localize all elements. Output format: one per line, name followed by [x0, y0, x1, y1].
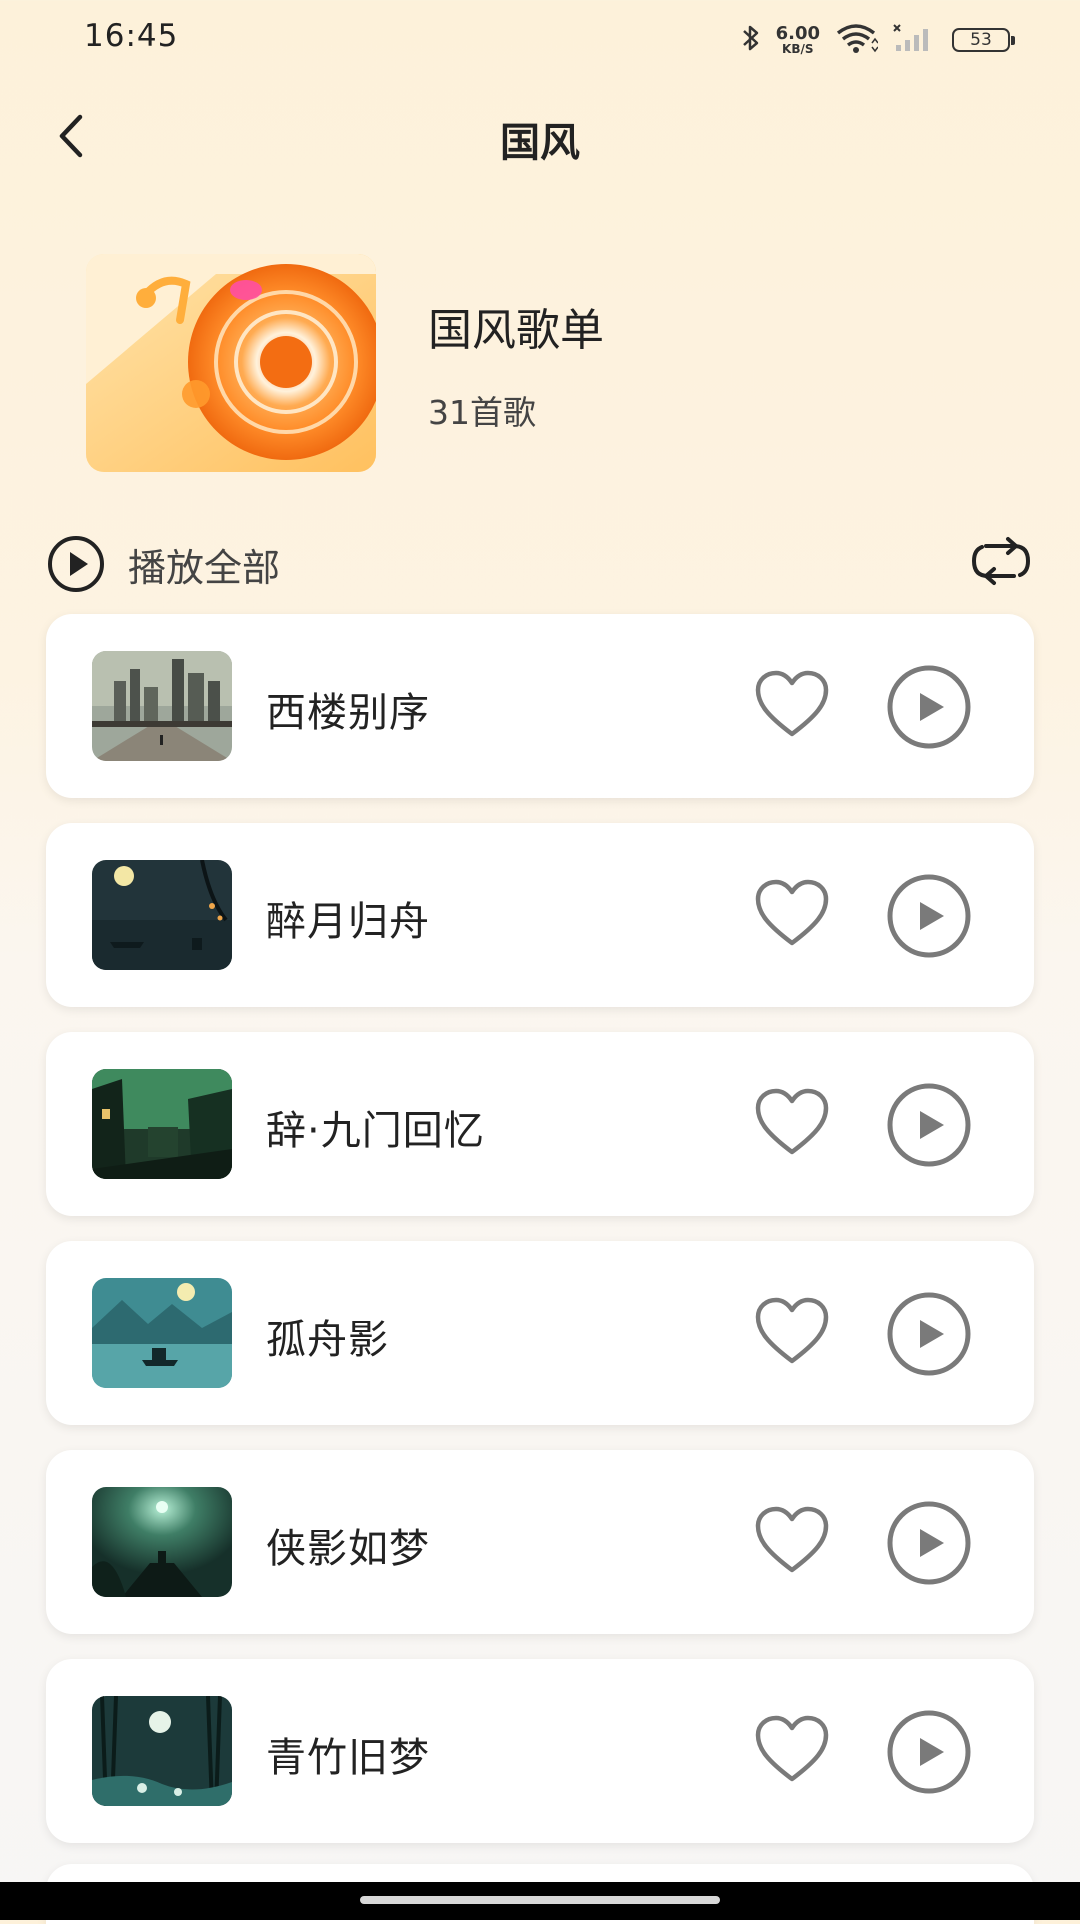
song-title: 辞·九门回忆	[266, 1108, 485, 1154]
playlist-cover[interactable]	[86, 254, 376, 472]
play-song-button[interactable]	[886, 1082, 972, 1168]
song-list: 西楼别序 醉月归舟 辞·九门回忆 孤舟影 侠影如梦 青竹旧梦	[46, 614, 1034, 1868]
loop-icon	[971, 537, 1031, 585]
header: 国风	[0, 90, 1080, 180]
status-icons: 6.00 KB/S 53	[740, 20, 1015, 60]
song-thumbnail	[92, 1069, 232, 1179]
play-circle-icon	[887, 1710, 971, 1794]
song-thumbnail	[92, 651, 232, 761]
song-thumbnail	[92, 860, 232, 970]
heart-icon	[755, 1506, 829, 1573]
network-speed: 6.00 KB/S	[775, 23, 820, 56]
list-item[interactable]: 孤舟影	[46, 1241, 1034, 1425]
song-title: 青竹旧梦	[266, 1735, 430, 1781]
status-time: 16:45	[84, 18, 179, 54]
song-thumbnail	[92, 1278, 232, 1388]
play-all-button[interactable]: 播放全部	[46, 534, 280, 594]
heart-icon	[755, 670, 829, 737]
heart-icon	[755, 1297, 829, 1364]
bluetooth-icon	[740, 23, 762, 57]
play-circle-icon	[887, 665, 971, 749]
play-circle-icon	[887, 874, 971, 958]
home-indicator[interactable]	[360, 1896, 720, 1904]
list-item[interactable]: 青竹旧梦	[46, 1659, 1034, 1843]
status-bar: 16:45 6.00 KB/S 53	[0, 0, 1080, 80]
list-item[interactable]: 侠影如梦	[46, 1450, 1034, 1634]
like-button[interactable]	[752, 1295, 832, 1369]
song-title: 醉月归舟	[266, 899, 430, 945]
battery-icon: 53	[952, 28, 1015, 52]
like-button[interactable]	[752, 1086, 832, 1160]
play-song-button[interactable]	[886, 1500, 972, 1586]
heart-icon	[755, 879, 829, 946]
play-circle-icon	[48, 536, 104, 592]
play-song-button[interactable]	[886, 664, 972, 750]
navigation-bar	[0, 1882, 1080, 1920]
play-all-label: 播放全部	[128, 545, 281, 590]
list-item[interactable]: 辞·九门回忆	[46, 1032, 1034, 1216]
play-all-row: 播放全部	[0, 528, 1080, 596]
song-thumbnail	[92, 1696, 232, 1806]
play-circle-icon	[887, 1083, 971, 1167]
song-title: 孤舟影	[266, 1317, 389, 1363]
playlist-song-count: 31首歌	[428, 393, 536, 432]
like-button[interactable]	[752, 877, 832, 951]
page-title: 国风	[500, 120, 580, 166]
song-title: 侠影如梦	[266, 1526, 430, 1572]
list-item[interactable]: 醉月归舟	[46, 823, 1034, 1007]
playlist-info: 国风歌单 31首歌	[0, 248, 1080, 478]
wifi-icon	[834, 23, 879, 57]
heart-icon	[755, 1715, 829, 1782]
heart-icon	[755, 1088, 829, 1155]
like-button[interactable]	[752, 1713, 832, 1787]
play-song-button[interactable]	[886, 1709, 972, 1795]
cellular-signal-icon	[892, 23, 938, 57]
like-button[interactable]	[752, 668, 832, 742]
like-button[interactable]	[752, 1504, 832, 1578]
song-title: 西楼别序	[266, 690, 430, 736]
list-item[interactable]: 西楼别序	[46, 614, 1034, 798]
play-song-button[interactable]	[886, 873, 972, 959]
play-circle-icon	[887, 1292, 971, 1376]
play-song-button[interactable]	[886, 1291, 972, 1377]
play-circle-icon	[887, 1501, 971, 1585]
loop-button[interactable]	[968, 536, 1034, 586]
song-thumbnail	[92, 1487, 232, 1597]
playlist-name: 国风歌单	[428, 305, 604, 356]
